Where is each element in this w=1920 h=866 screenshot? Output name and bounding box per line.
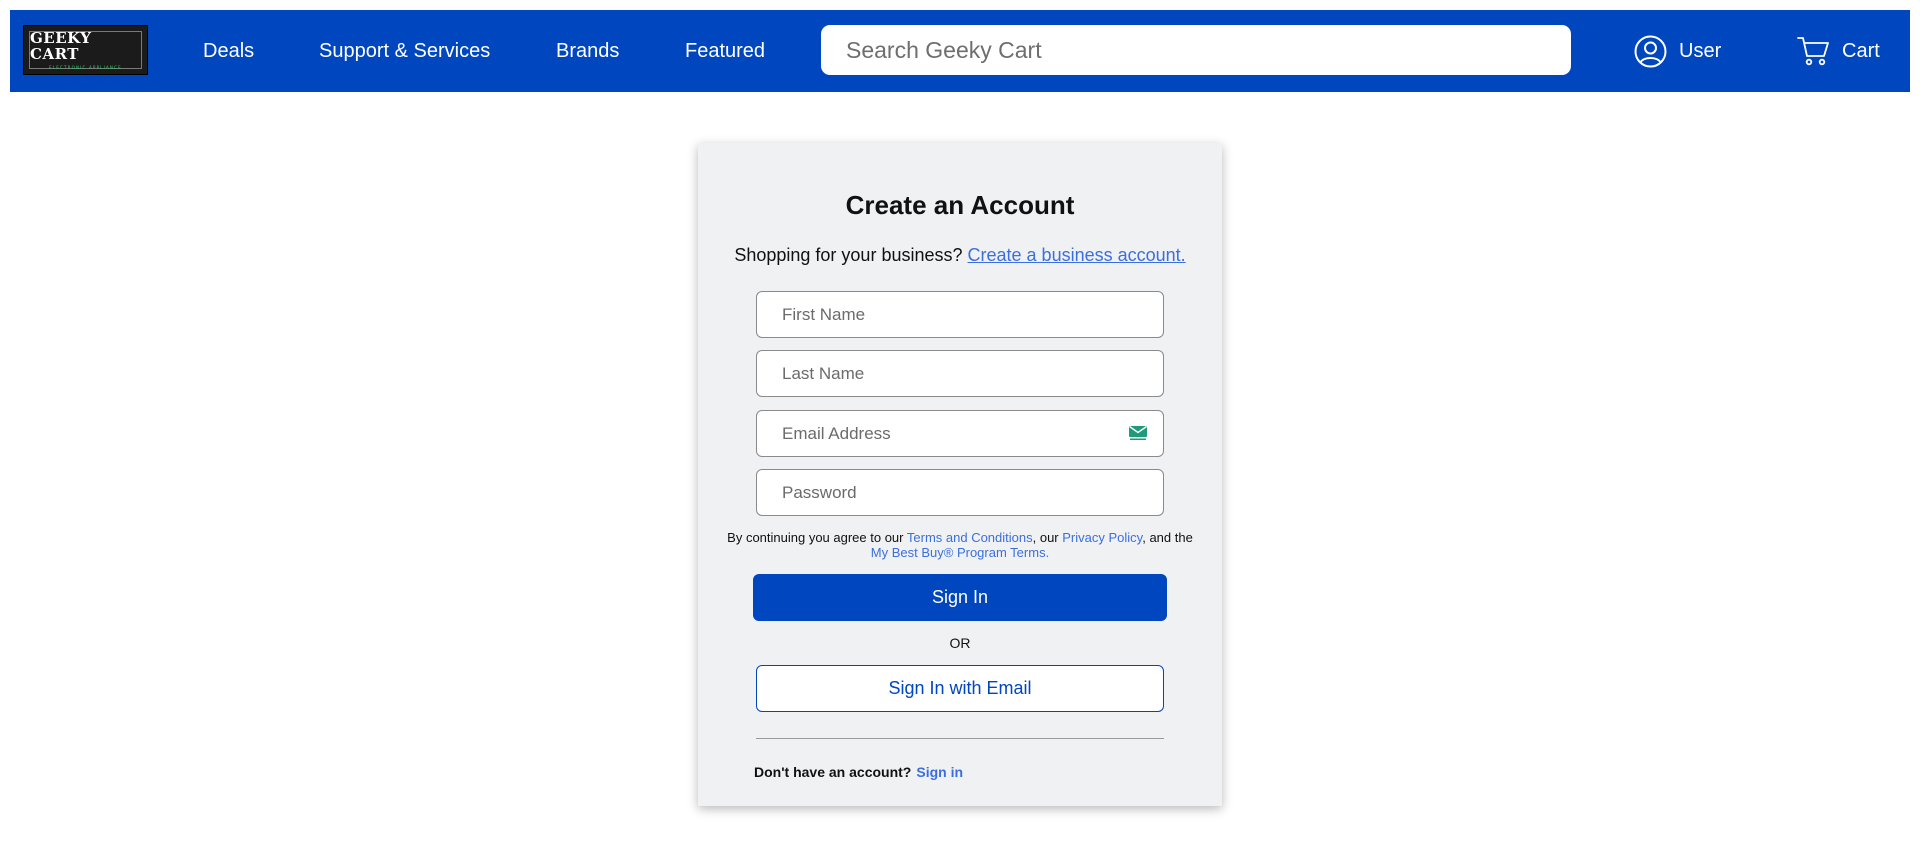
- cart-label: Cart: [1842, 39, 1880, 62]
- terms-and-conditions-link[interactable]: Terms and Conditions: [907, 530, 1033, 545]
- terms-middle: , our: [1032, 530, 1059, 545]
- program-terms-link[interactable]: My Best Buy® Program Terms.: [871, 545, 1049, 560]
- cart-icon: [1797, 35, 1830, 67]
- email-field[interactable]: [756, 410, 1164, 457]
- user-circle-icon: [1634, 35, 1667, 68]
- nav-link-featured[interactable]: Featured: [685, 10, 765, 92]
- nav-link-support-services[interactable]: Support & Services: [319, 10, 490, 92]
- sign-in-button[interactable]: Sign In: [753, 574, 1167, 621]
- privacy-policy-link[interactable]: Privacy Policy: [1062, 530, 1142, 545]
- top-navbar: GEEKY CART ELECTRONIC APPLIANCE Deals Su…: [10, 10, 1910, 92]
- business-prompt: Shopping for your business? Create a bus…: [698, 245, 1222, 266]
- cart-link[interactable]: Cart: [1797, 10, 1880, 92]
- or-separator: OR: [949, 635, 971, 651]
- no-account-text: Don't have an account?: [754, 764, 912, 780]
- logo-frame: GEEKY CART ELECTRONIC APPLIANCE: [29, 29, 142, 70]
- mail-icon[interactable]: [1128, 425, 1148, 441]
- logo-title: GEEKY CART: [30, 29, 92, 63]
- terms-prefix: By continuing you agree to our: [727, 530, 904, 545]
- create-business-account-link[interactable]: Create a business account.: [968, 245, 1186, 265]
- user-account-link[interactable]: User: [1634, 10, 1721, 92]
- geeky-cart-logo[interactable]: GEEKY CART ELECTRONIC APPLIANCE: [23, 25, 148, 75]
- sign-in-link[interactable]: Sign in: [916, 764, 963, 780]
- nav-link-brands[interactable]: Brands: [556, 10, 619, 92]
- first-name-field[interactable]: [756, 291, 1164, 338]
- terms-notice: By continuing you agree to our Terms and…: [723, 530, 1197, 560]
- page-title: Create an Account: [845, 190, 1075, 220]
- logo-subtitle: ELECTRONIC APPLIANCE: [49, 65, 122, 70]
- no-account-line: Don't have an account? Sign in: [754, 764, 963, 780]
- create-account-card: Create an Account Shopping for your busi…: [698, 143, 1222, 806]
- divider: [756, 738, 1164, 739]
- user-label: User: [1679, 39, 1722, 62]
- search-input[interactable]: [821, 25, 1571, 75]
- nav-link-deals[interactable]: Deals: [203, 10, 254, 92]
- last-name-field[interactable]: [756, 350, 1164, 397]
- business-prompt-text: Shopping for your business?: [734, 245, 963, 265]
- password-field[interactable]: [756, 469, 1164, 516]
- terms-and: , and the: [1142, 530, 1193, 545]
- sign-in-with-email-button[interactable]: Sign In with Email: [756, 665, 1164, 712]
